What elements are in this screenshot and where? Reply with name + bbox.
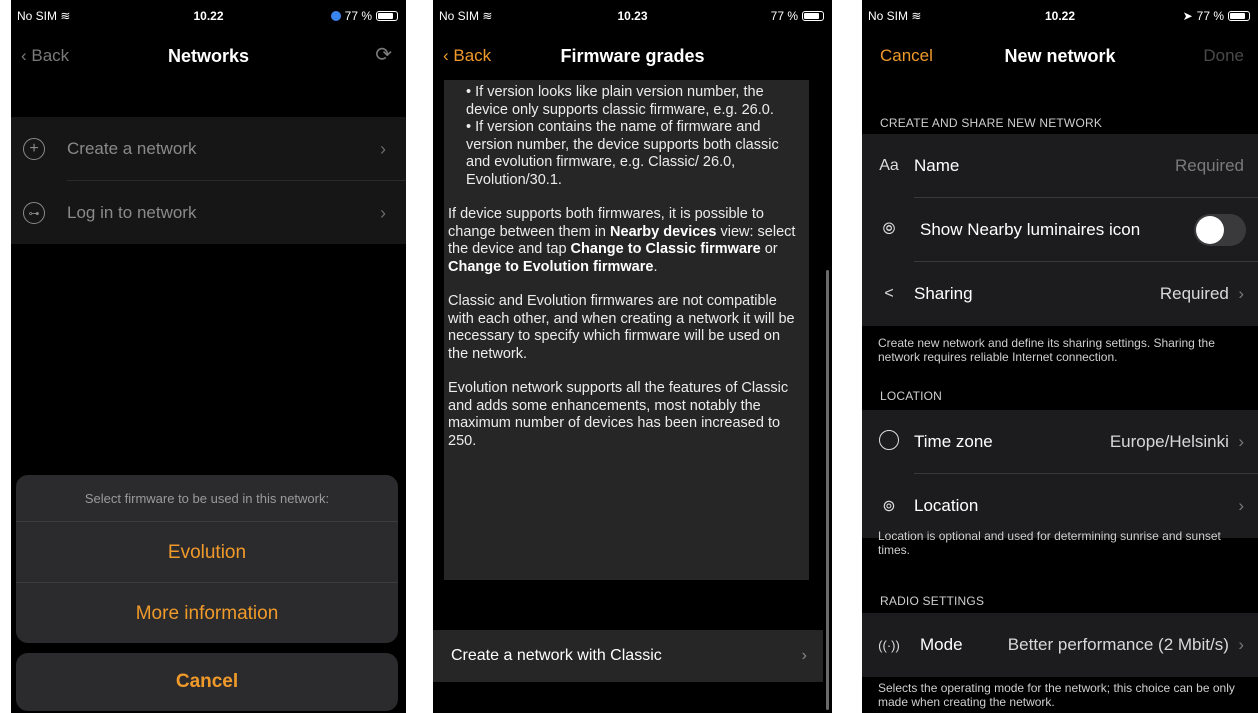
create-network-row[interactable]: + Create a network › [11, 117, 406, 181]
battery-icon [802, 11, 824, 21]
share-icon: < [884, 285, 894, 302]
login-network-row[interactable]: ⊶ Log in to network › [11, 181, 406, 245]
nearby-luminaires-toggle[interactable] [1194, 214, 1246, 246]
status-bar: No SIM ≋ 10.22 ➤ 77 % [862, 0, 1258, 30]
antenna-icon: ((·)) [878, 637, 900, 653]
create-network-group: Aa Name Required ⦾ Show Nearby luminaire… [862, 134, 1258, 326]
time-zone-row[interactable]: Time zone Europe/Helsinki › [862, 410, 1258, 474]
radio-settings-group: ((·)) Mode Better performance (2 Mbit/s)… [862, 613, 1258, 677]
navigation-bar: ‹ Back Firmware grades [433, 30, 832, 80]
evolution-button[interactable]: Evolution [16, 522, 398, 583]
cancel-button[interactable]: Cancel [16, 653, 398, 711]
status-bar: No SIM ≋ 10.22 77 % [11, 0, 406, 30]
sharing-row[interactable]: < Sharing Required › [862, 262, 1258, 326]
time-zone-label: Time zone [914, 432, 993, 451]
time-zone-value: Europe/Helsinki › [1109, 432, 1244, 451]
battery-percent: 77 % [770, 9, 798, 23]
chevron-right-icon: › [1238, 284, 1244, 303]
action-sheet-message: Select firmware to be used in this netwo… [16, 475, 398, 522]
broadcast-icon: ⦾ [882, 221, 896, 238]
more-information-button[interactable]: More information [16, 583, 398, 644]
create-classic-network-row[interactable]: Create a network with Classic › [433, 630, 823, 682]
chevron-right-icon: › [380, 138, 386, 159]
networks-screen: No SIM ≋ 10.22 77 % ‹ Back Networks ⟳ + … [11, 0, 406, 713]
name-label: Name [914, 156, 960, 175]
battery-percent: 77 % [1196, 9, 1224, 23]
chevron-right-icon: › [1238, 635, 1244, 654]
page-title: Networks [167, 46, 250, 66]
text-format-icon: Aa [879, 157, 899, 174]
location-pin-icon: ⊚ [882, 498, 896, 515]
plus-circle-icon: + [23, 138, 45, 160]
sharing-label: Sharing [914, 284, 973, 303]
name-field[interactable]: Required [1175, 156, 1244, 176]
create-section-footer: Create new network and define its sharin… [878, 336, 1215, 364]
sharing-value: Required › [1159, 284, 1244, 303]
page-title: Firmware grades [560, 46, 705, 66]
location-icon [330, 11, 341, 21]
nearby-luminaires-row: ⦾ Show Nearby luminaires icon [862, 198, 1258, 262]
battery-icon [376, 11, 398, 21]
section-header-location: LOCATION [880, 389, 943, 403]
firmware-grades-screen: No SIM ≋ 10.23 77 % ‹ Back Firmware grad… [433, 0, 832, 713]
section-header-radio: RADIO SETTINGS [880, 594, 985, 608]
battery-icon [1228, 11, 1250, 21]
status-bar: No SIM ≋ 10.23 77 % [433, 0, 832, 30]
location-section-footer: Location is optional and used for determ… [878, 529, 1221, 557]
section-header-create: CREATE AND SHARE NEW NETWORK [880, 116, 1103, 130]
firmware-info-text: • If version looks like plain version nu… [444, 80, 809, 580]
page-title: New network [1004, 46, 1116, 66]
name-row[interactable]: Aa Name Required [862, 134, 1258, 198]
chevron-right-icon: › [380, 202, 386, 223]
key-icon: ⊶ [23, 202, 45, 224]
navigation-bar: ‹ Back Networks ⟳ [11, 30, 406, 80]
mode-value: Better performance (2 Mbit/s) › [1007, 635, 1244, 654]
scrollbar[interactable] [826, 270, 829, 710]
network-options: + Create a network › ⊶ Log in to network… [11, 117, 406, 244]
bullet-plain-version: • If version looks like plain version nu… [466, 84, 774, 118]
switch-firmware-paragraph: If device supports both firmwares, it is… [448, 206, 796, 275]
create-classic-label: Create a network with Classic [451, 647, 662, 664]
chevron-right-icon: › [801, 647, 807, 664]
nearby-luminaires-label: Show Nearby luminaires icon [920, 220, 1141, 239]
radio-section-footer: Selects the operating mode for the netwo… [878, 681, 1235, 709]
mode-row[interactable]: ((·)) Mode Better performance (2 Mbit/s)… [862, 613, 1258, 677]
done-button[interactable]: Done [1203, 46, 1244, 66]
evolution-features-paragraph: Evolution network supports all the featu… [448, 380, 789, 449]
location-arrow-icon: ➤ [1182, 9, 1193, 23]
refresh-icon[interactable]: ⟳ [375, 42, 392, 67]
login-network-label: Log in to network [67, 203, 197, 222]
new-network-screen: No SIM ≋ 10.22 ➤ 77 % Cancel New network … [862, 0, 1258, 713]
compatibility-paragraph: Classic and Evolution firmwares are not … [448, 293, 795, 362]
bullet-named-version: • If version contains the name of firmwa… [466, 119, 779, 188]
chevron-right-icon: › [1238, 496, 1244, 515]
clock-icon [879, 429, 899, 450]
location-label: Location [914, 496, 979, 515]
location-group: Time zone Europe/Helsinki › ⊚ Location › [862, 410, 1258, 538]
create-network-label: Create a network [67, 139, 197, 158]
chevron-right-icon: › [1238, 432, 1244, 451]
firmware-action-sheet: Select firmware to be used in this netwo… [16, 475, 398, 643]
battery-percent: 77 % [344, 9, 372, 23]
mode-label: Mode [920, 635, 963, 654]
navigation-bar: Cancel New network Done [862, 30, 1258, 80]
